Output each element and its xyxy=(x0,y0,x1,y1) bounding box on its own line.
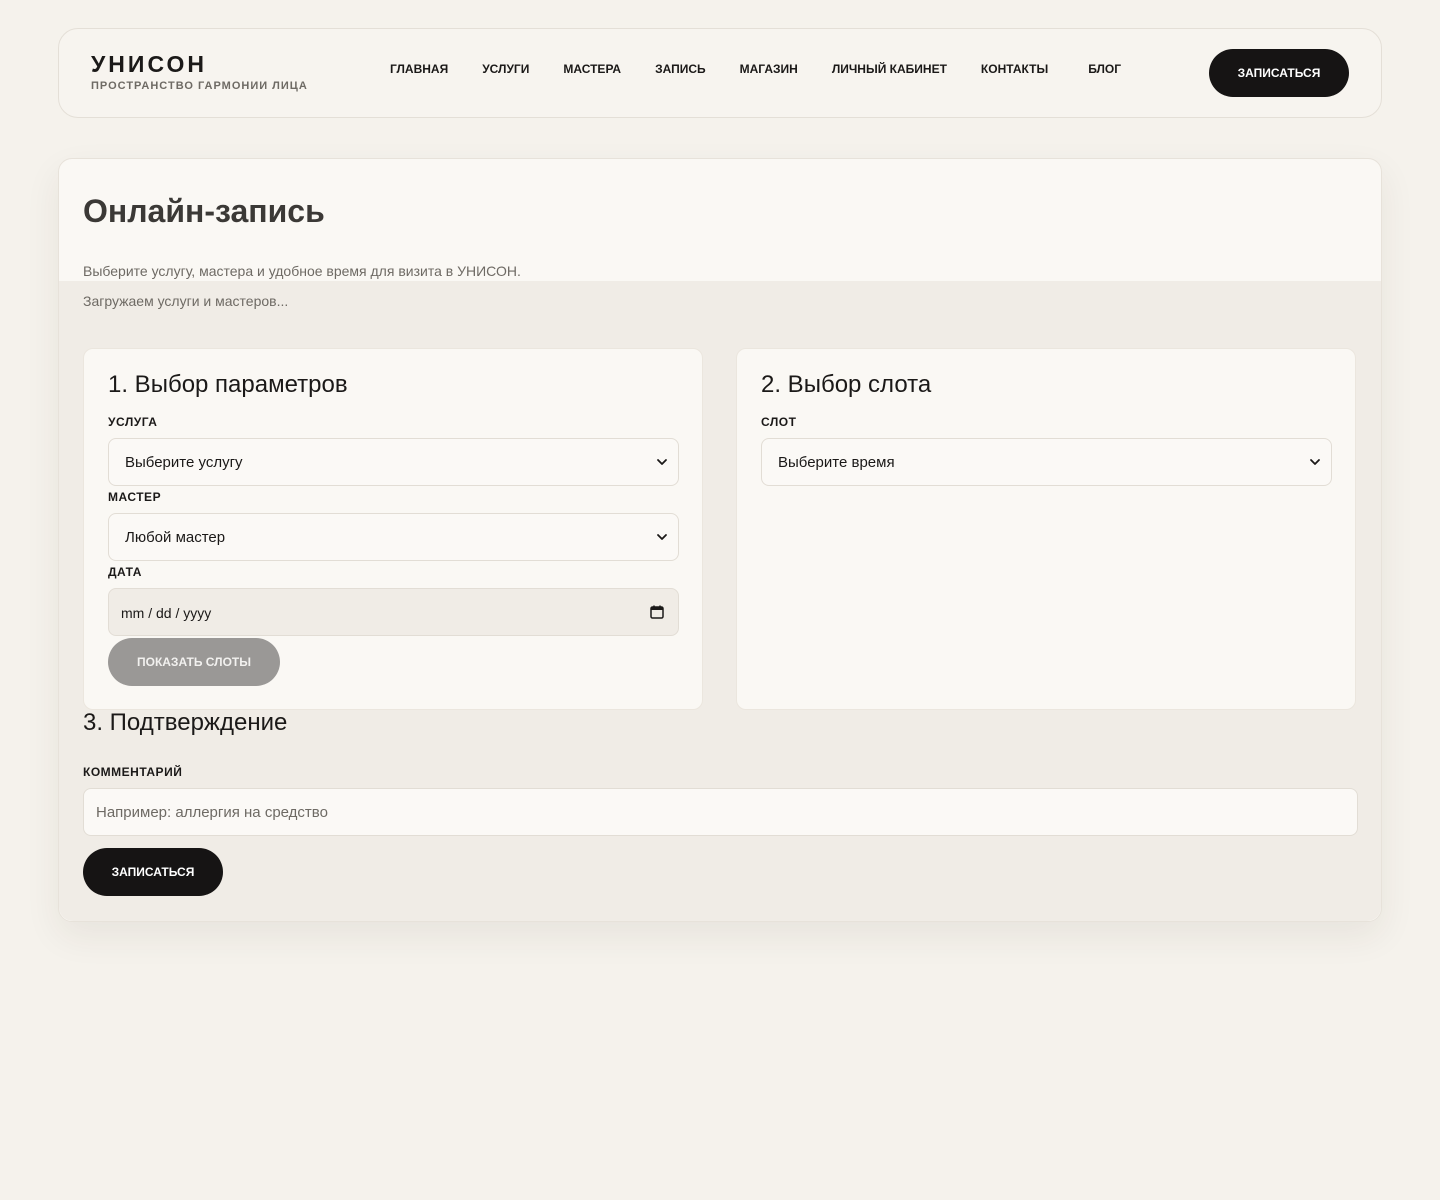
slot-label: СЛОТ xyxy=(761,415,797,429)
header-book-button[interactable]: ЗАПИСАТЬСЯ xyxy=(1209,49,1349,97)
step3-title: 3. Подтверждение xyxy=(83,709,288,736)
service-select[interactable]: Выберите услугу xyxy=(108,438,679,486)
master-select-value: Любой мастер xyxy=(125,529,226,546)
show-slots-button[interactable]: ПОКАЗАТЬ СЛОТЫ xyxy=(108,638,280,686)
date-label: ДАТА xyxy=(108,565,142,579)
submit-booking-button[interactable]: ЗАПИСАТЬСЯ xyxy=(83,848,223,896)
step2-panel: 2. Выбор слота СЛОТ Выберите время xyxy=(736,348,1356,710)
page-title: Онлайн-запись xyxy=(83,193,325,229)
nav-item-masters[interactable]: МАСТЕРА xyxy=(563,62,621,76)
chevron-down-icon xyxy=(657,534,667,540)
brand-logo[interactable]: УНИСОН ПРОСТРАНСТВО ГАРМОНИИ ЛИЦА xyxy=(91,51,308,93)
master-select[interactable]: Любой мастер xyxy=(108,513,679,561)
slot-select-value: Выберите время xyxy=(778,454,895,471)
nav-item-shop[interactable]: МАГАЗИН xyxy=(740,62,798,76)
nav-item-blog[interactable]: БЛОГ xyxy=(1088,62,1121,76)
main-nav: ГЛАВНАЯ УСЛУГИ МАСТЕРА ЗАПИСЬ МАГАЗИН ЛИ… xyxy=(390,62,1121,76)
nav-item-contacts[interactable]: КОНТАКТЫ xyxy=(981,62,1048,76)
brand-subtitle: ПРОСТРАНСТВО ГАРМОНИИ ЛИЦА xyxy=(91,80,308,92)
comment-label: КОММЕНТАРИЙ xyxy=(83,765,183,779)
nav-item-booking[interactable]: ЗАПИСЬ xyxy=(655,62,706,76)
date-placeholder: mm / dd / yyyy xyxy=(121,605,212,621)
step1-panel: 1. Выбор параметров УСЛУГА Выберите услу… xyxy=(83,348,703,710)
step1-title: 1. Выбор параметров xyxy=(108,371,348,398)
site-header: УНИСОН ПРОСТРАНСТВО ГАРМОНИИ ЛИЦА ГЛАВНА… xyxy=(58,28,1382,118)
chevron-down-icon xyxy=(657,459,667,465)
step2-title: 2. Выбор слота xyxy=(761,371,932,398)
slot-select[interactable]: Выберите время xyxy=(761,438,1332,486)
brand-title: УНИСОН xyxy=(91,51,207,77)
nav-item-home[interactable]: ГЛАВНАЯ xyxy=(390,62,448,76)
master-label: МАСТЕР xyxy=(108,490,162,504)
comment-placeholder: Например: аллергия на средство xyxy=(96,804,328,821)
booking-card: Онлайн-запись Выберите услугу, мастера и… xyxy=(58,158,1382,922)
nav-item-account[interactable]: ЛИЧНЫЙ КАБИНЕТ xyxy=(832,62,947,76)
date-input[interactable]: mm / dd / yyyy xyxy=(108,588,679,636)
page-description: Выберите услугу, мастера и удобное время… xyxy=(83,263,521,279)
nav-item-services[interactable]: УСЛУГИ xyxy=(482,62,529,76)
service-select-value: Выберите услугу xyxy=(125,454,243,471)
chevron-down-icon xyxy=(1310,459,1320,465)
comment-input[interactable]: Например: аллергия на средство xyxy=(83,788,1358,836)
service-label: УСЛУГА xyxy=(108,415,158,429)
loading-status: Загружаем услуги и мастеров... xyxy=(83,293,289,309)
calendar-icon[interactable] xyxy=(650,605,664,619)
